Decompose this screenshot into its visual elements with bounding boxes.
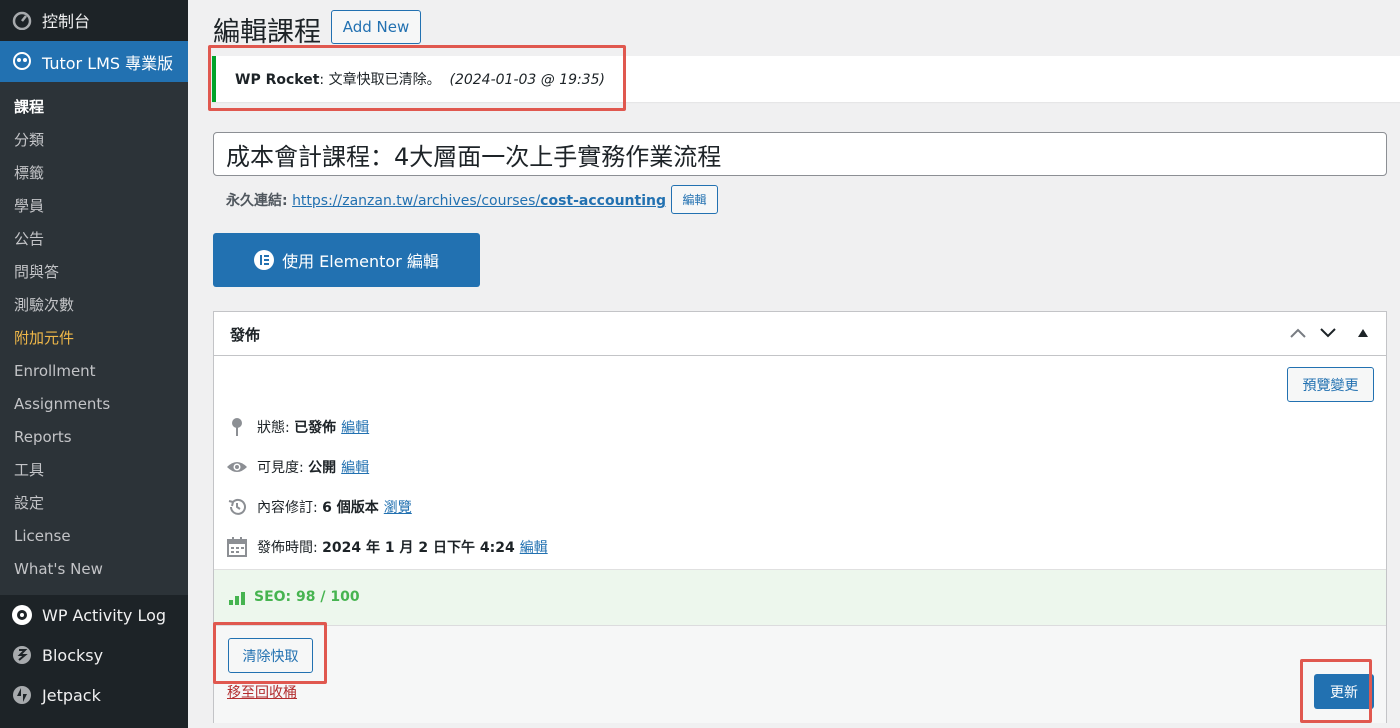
- submenu-label: 設定: [14, 494, 45, 512]
- submenu-categories[interactable]: 分類: [0, 123, 188, 156]
- submenu-label: 學員: [14, 197, 45, 215]
- move-to-trash-link[interactable]: 移至回收桶: [227, 682, 297, 702]
- submenu-label: 課程: [14, 98, 45, 116]
- publish-date-edit-link[interactable]: 編輯: [520, 537, 548, 557]
- submenu-label: Enrollment: [14, 361, 96, 380]
- menu-jetpack-label: Jetpack: [42, 685, 101, 705]
- admin-sidebar: 控制台 Tutor LMS 專業版 課程 分類 標籤 學員 公告 問與答 測驗次…: [0, 0, 188, 728]
- revisions-value: 6 個版本: [322, 500, 379, 516]
- permalink-base: https://zanzan.tw/archives/courses/: [292, 193, 541, 209]
- publish-box: 發佈 預覽變更 狀態: 已發佈 編輯 可見度: 公開 編輯 內容修訂: 6 個版…: [213, 311, 1387, 723]
- menu-activity-label: WP Activity Log: [42, 605, 167, 625]
- highlight-box-notice: [208, 45, 626, 111]
- permalink-edit-button[interactable]: 編輯: [671, 185, 718, 214]
- jetpack-icon: [11, 684, 33, 706]
- menu-jetpack[interactable]: Jetpack: [0, 675, 188, 715]
- submenu-addons[interactable]: 附加元件: [0, 321, 188, 354]
- submenu-tags[interactable]: 標籤: [0, 156, 188, 189]
- collapse-toggle-icon[interactable]: [1354, 324, 1372, 342]
- revisions-browse-link[interactable]: 瀏覽: [384, 497, 412, 517]
- submenu-reports[interactable]: Reports: [0, 420, 188, 453]
- seo-score-row: SEO: 98 / 100: [214, 569, 1386, 626]
- publish-date-row: 發佈時間: 2024 年 1 月 2 日下午 4:24 編輯: [226, 536, 548, 558]
- tutor-owl-icon: [11, 50, 33, 72]
- pin-icon: [226, 416, 248, 438]
- publish-date-value: 2024 年 1 月 2 日下午 4:24: [322, 540, 515, 556]
- add-new-button[interactable]: Add New: [331, 10, 421, 44]
- revisions-row: 內容修訂: 6 個版本 瀏覽: [226, 496, 412, 518]
- seo-score-text: SEO: 98 / 100: [254, 589, 360, 605]
- dashboard-icon: [11, 9, 33, 31]
- status-row: 狀態: 已發佈 編輯: [226, 416, 369, 438]
- history-icon: [226, 496, 248, 518]
- submenu-courses[interactable]: 課程: [0, 90, 188, 123]
- page-title: 編輯課程: [213, 17, 321, 48]
- submenu-label: What's New: [14, 559, 103, 578]
- submenu-label: 公告: [14, 230, 45, 248]
- publish-date-label: 發佈時間:: [257, 540, 318, 556]
- menu-tutor-lms[interactable]: Tutor LMS 專業版: [0, 41, 188, 82]
- submenu-label: Assignments: [14, 394, 111, 413]
- submenu-license[interactable]: License: [0, 519, 188, 552]
- submenu-quiz-attempts[interactable]: 測驗次數: [0, 288, 188, 321]
- menu-blocksy[interactable]: Blocksy: [0, 635, 188, 675]
- publish-box-header: 發佈: [214, 312, 1386, 356]
- revisions-label: 內容修訂:: [257, 500, 318, 516]
- seo-chart-icon: [228, 590, 248, 606]
- calendar-icon: [226, 536, 248, 558]
- submenu-label: 附加元件: [14, 329, 75, 347]
- submenu-enrollment[interactable]: Enrollment: [0, 354, 188, 387]
- highlight-box-clear-cache: [213, 622, 327, 684]
- menu-dashboard[interactable]: 控制台: [0, 0, 188, 40]
- visibility-edit-link[interactable]: 編輯: [341, 457, 369, 477]
- submenu-label: 測驗次數: [14, 296, 75, 314]
- preview-changes-button[interactable]: 預覽變更: [1287, 367, 1374, 402]
- submenu-label: 問與答: [14, 263, 60, 281]
- eye-icon: [11, 604, 33, 626]
- edit-with-elementor-button[interactable]: 使用 Elementor 編輯: [213, 233, 480, 287]
- main-content: 編輯課程 Add New WP Rocket: 文章快取已清除。 (2024-0…: [188, 0, 1400, 728]
- visibility-value: 公開: [308, 460, 337, 476]
- submenu-whats-new[interactable]: What's New: [0, 552, 188, 585]
- submenu-qa[interactable]: 問與答: [0, 255, 188, 288]
- visibility-row: 可見度: 公開 編輯: [226, 456, 369, 478]
- visibility-label: 可見度:: [257, 460, 304, 476]
- elementor-icon: [254, 250, 275, 270]
- menu-tutor-label: Tutor LMS 專業版: [42, 53, 174, 73]
- permalink-row: 永久連結: https://zanzan.tw/archives/courses…: [226, 190, 666, 210]
- status-edit-link[interactable]: 編輯: [341, 417, 369, 437]
- submenu-label: License: [14, 526, 71, 545]
- publish-box-title: 發佈: [230, 326, 261, 344]
- submenu-settings[interactable]: 設定: [0, 486, 188, 519]
- submenu-announcements[interactable]: 公告: [0, 222, 188, 255]
- status-label: 狀態:: [257, 420, 290, 436]
- menu-dashboard-label: 控制台: [42, 12, 91, 31]
- submenu-tools[interactable]: 工具: [0, 453, 188, 486]
- menu-blocksy-label: Blocksy: [42, 645, 104, 665]
- submenu-label: 分類: [14, 131, 45, 149]
- submenu-label: Reports: [14, 427, 72, 446]
- submenu-students[interactable]: 學員: [0, 189, 188, 222]
- move-down-icon[interactable]: [1319, 324, 1337, 342]
- post-title-input[interactable]: [213, 132, 1387, 176]
- permalink-label: 永久連結:: [226, 193, 288, 209]
- submenu-label: 標籤: [14, 164, 45, 182]
- status-value: 已發佈: [294, 420, 337, 436]
- highlight-box-update: [1300, 659, 1372, 723]
- eye-icon: [226, 456, 248, 478]
- submenu-assignments[interactable]: Assignments: [0, 387, 188, 420]
- submenu-label: 工具: [14, 461, 45, 479]
- permalink-link[interactable]: https://zanzan.tw/archives/courses/cost-…: [292, 193, 666, 209]
- blocksy-icon: [11, 644, 33, 666]
- move-up-icon[interactable]: [1289, 324, 1307, 342]
- elementor-button-label: 使用 Elementor 編輯: [282, 252, 439, 271]
- publish-actions: 清除快取 移至回收桶 更新: [214, 625, 1386, 723]
- permalink-slug: cost-accounting: [540, 193, 667, 209]
- menu-wp-activity-log[interactable]: WP Activity Log: [0, 595, 188, 635]
